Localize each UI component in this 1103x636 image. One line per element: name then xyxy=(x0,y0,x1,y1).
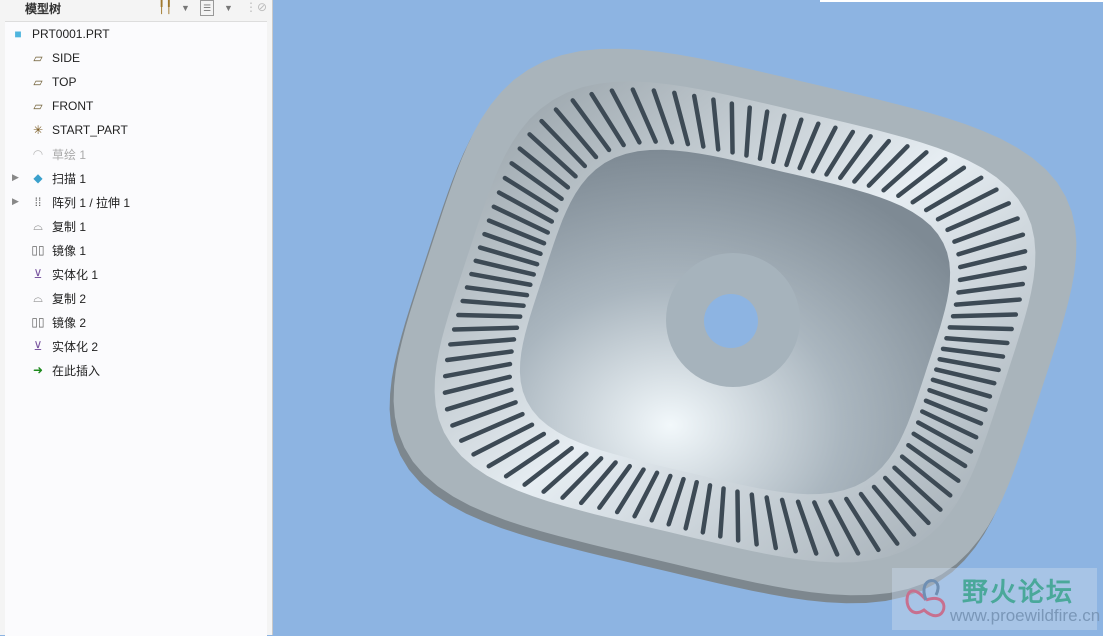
tree-item[interactable]: ▯▯ 镜像 2 xyxy=(30,311,86,333)
tree-item-label: 草绘 1 xyxy=(52,147,87,162)
tree-item[interactable]: ✳ START_PART xyxy=(30,119,128,141)
copy-icon: ⌓ xyxy=(33,218,43,233)
tree-item[interactable]: ▯▯ 镜像 1 xyxy=(30,239,86,261)
sketch-icon: ◠ xyxy=(32,147,44,161)
model-tree-header: 模型树 ╿╿ ▼ ☰ ▼ ⋮⊘ xyxy=(0,0,272,20)
slot xyxy=(729,101,735,155)
tree-item[interactable]: ▱ TOP xyxy=(30,71,76,93)
model-tree-panel: 模型树 ╿╿ ▼ ☰ ▼ ⋮⊘ ■ PRT0001.PRT ▱ SIDE ▱ TOP ▱ FR… xyxy=(0,0,273,636)
settings-tools-icon[interactable]: ╿╿ xyxy=(158,0,172,14)
watermark-logo-icon xyxy=(905,579,946,618)
slot xyxy=(735,489,741,543)
watermark: 野火论坛 www.proewildfire.cn xyxy=(892,568,1101,630)
tree-item-label: TOP xyxy=(52,75,77,89)
watermark-url: www.proewildfire.cn xyxy=(950,606,1101,625)
expand-arrow-icon[interactable]: ▶ xyxy=(12,196,19,207)
solidify-icon: ⊻ xyxy=(33,267,43,281)
slot xyxy=(947,325,1014,332)
mirror-icon: ▯▯ xyxy=(31,243,45,257)
tree-item-label: 镜像 2 xyxy=(52,315,87,330)
show-list-icon[interactable]: ☰ xyxy=(200,0,214,16)
tree-item[interactable]: ⌓ 复制 2 xyxy=(30,287,86,309)
tree-item[interactable]: ⊻ 实体化 1 xyxy=(30,263,98,285)
toolbar-edge xyxy=(820,0,1103,2)
pattern-icon: ⁞⁞ xyxy=(34,195,42,209)
tree-item-label: 镜像 1 xyxy=(52,243,87,258)
graphics-viewport[interactable] xyxy=(274,0,1103,635)
tree-item-label: 在此插入 xyxy=(52,363,101,378)
solidify-icon: ⊻ xyxy=(33,339,43,353)
tree-item-label: FRONT xyxy=(52,99,94,113)
part-icon: ■ xyxy=(14,27,22,41)
datum-plane-icon: ▱ xyxy=(33,51,43,65)
slot xyxy=(950,312,1019,319)
tree-item[interactable]: ➜ 在此插入 xyxy=(30,359,100,381)
tree-item-label: 复制 2 xyxy=(52,291,87,306)
part-center-hole xyxy=(704,294,758,348)
model-tree: ■ PRT0001.PRT ▱ SIDE ▱ TOP ▱ FRONT ✳ START_PART ◠ 草… xyxy=(5,21,267,636)
tree-item[interactable]: ⁞⁞ 阵列 1 / 拉伸 1 xyxy=(30,191,130,213)
coordinate-system-icon: ✳ xyxy=(32,123,44,137)
tree-item[interactable]: ⊻ 实体化 2 xyxy=(30,335,98,357)
settings-dropdown-icon[interactable]: ▼ xyxy=(181,3,190,13)
tree-item-label: 实体化 2 xyxy=(52,339,99,354)
tree-item-label: PRT0001.PRT xyxy=(32,27,110,41)
sweep-icon: ◆ xyxy=(33,171,43,185)
tree-item[interactable]: ◆ 扫描 1 xyxy=(30,167,86,189)
tree-item[interactable]: ⌓ 复制 1 xyxy=(30,215,86,237)
slot xyxy=(456,312,523,319)
insert-here-icon: ➜ xyxy=(32,363,44,377)
tree-item-label: START_PART xyxy=(52,123,128,137)
datum-plane-icon: ▱ xyxy=(33,99,43,113)
datum-plane-icon: ▱ xyxy=(33,75,43,89)
tree-item-label: SIDE xyxy=(52,51,81,65)
tree-filter-icon[interactable]: ⋮⊘ xyxy=(245,0,267,14)
copy-icon: ⌓ xyxy=(33,290,43,305)
expand-arrow-icon[interactable]: ▶ xyxy=(12,172,19,183)
tree-item[interactable]: ▱ SIDE xyxy=(30,47,80,69)
mirror-icon: ▯▯ xyxy=(31,315,45,329)
tree-item[interactable]: ◠ 草绘 1 xyxy=(30,143,86,165)
show-dropdown-icon[interactable]: ▼ xyxy=(224,3,233,13)
slot xyxy=(451,325,520,332)
tree-item[interactable]: ■ PRT0001.PRT xyxy=(10,23,110,45)
model-tree-title: 模型树 xyxy=(25,2,62,16)
tree-item-label: 复制 1 xyxy=(52,219,87,234)
watermark-name: 野火论坛 xyxy=(962,577,1075,607)
tree-item[interactable]: ▱ FRONT xyxy=(30,95,93,117)
tree-item-label: 实体化 1 xyxy=(52,267,99,282)
tree-item-label: 扫描 1 xyxy=(52,171,87,186)
tree-item-label: 阵列 1 / 拉伸 1 xyxy=(52,195,131,210)
